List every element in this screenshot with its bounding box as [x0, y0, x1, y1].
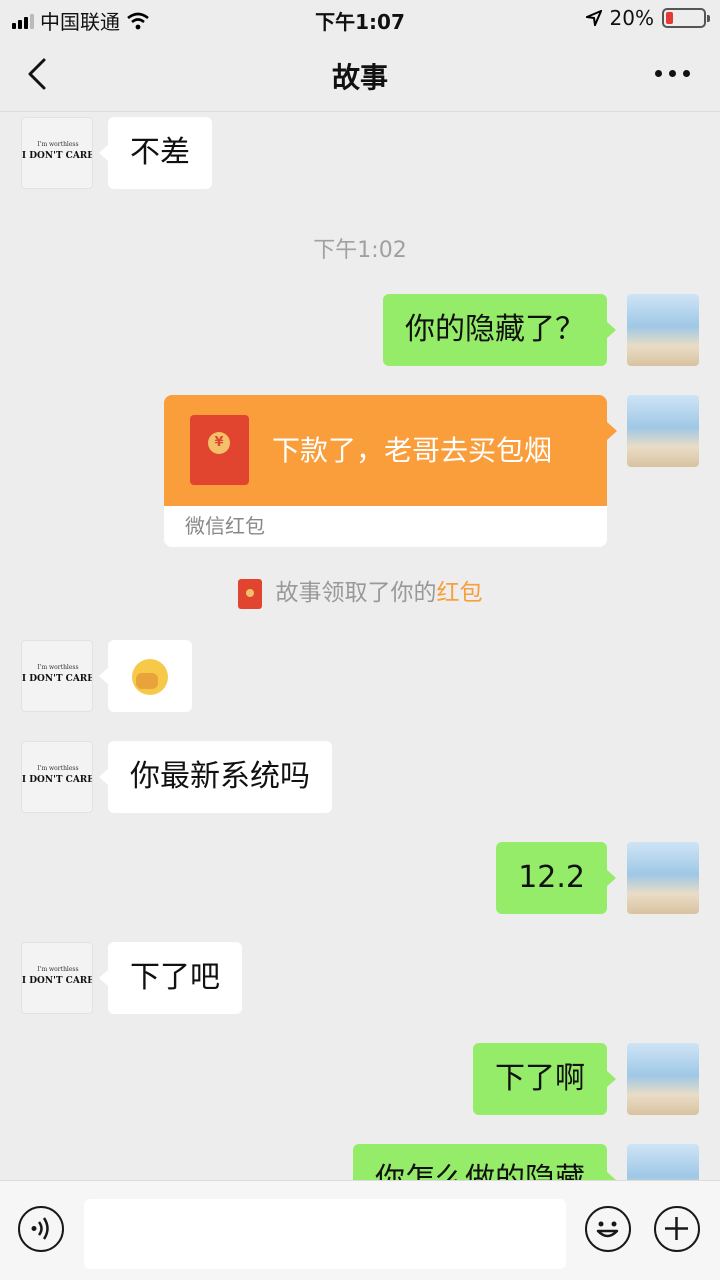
- status-bar: 中国联通 下午1:07 20%: [0, 0, 720, 36]
- system-notice: 故事领取了你的红包: [0, 573, 720, 609]
- battery-percent: 20%: [609, 6, 654, 30]
- location-arrow-icon: [585, 10, 602, 26]
- red-envelope-small-icon: [237, 578, 262, 609]
- avatar-self[interactable]: [627, 1043, 699, 1115]
- more-options-icon[interactable]: [655, 70, 690, 77]
- red-packet-message[interactable]: ¥ 下款了，老哥去买包烟 微信红包: [164, 395, 607, 547]
- nav-bar: 故事: [0, 36, 720, 112]
- message-received[interactable]: 下了吧: [99, 942, 242, 1014]
- avatar-self[interactable]: [627, 294, 699, 366]
- avatar-text-small: I'm worthless: [37, 765, 78, 772]
- chat-title: 故事: [331, 61, 388, 94]
- chat-history[interactable]: I'm worthless I DON'T CARE 不差 下午1:02 你的隐…: [0, 112, 720, 1180]
- avatar-text-small: I'm worthless: [37, 664, 78, 671]
- message-text: 你的隐藏了？: [405, 312, 585, 347]
- red-packet-body: ¥ 下款了，老哥去买包烟: [164, 395, 607, 506]
- avatar-text-small: I'm worthless: [37, 141, 78, 148]
- avatar-text-main: I DON'T CARE: [22, 775, 93, 785]
- message-sent[interactable]: 你怎么做的隐藏: [353, 1144, 616, 1180]
- message-received[interactable]: 你最新系统吗: [99, 741, 332, 813]
- red-packet-link[interactable]: 红包: [437, 580, 483, 606]
- message-text: 不差: [130, 135, 190, 170]
- avatar-other[interactable]: I'm worthless I DON'T CARE: [21, 117, 93, 189]
- avatar-text-main: I DON'T CARE: [22, 674, 93, 684]
- message-sent[interactable]: 下了啊: [473, 1043, 616, 1115]
- avatar-self[interactable]: [627, 395, 699, 467]
- battery-fill: [666, 12, 673, 24]
- emoji-icon[interactable]: [585, 1206, 631, 1252]
- avatar-text-main: I DON'T CARE: [22, 151, 93, 161]
- message-text: 下了啊: [495, 1061, 585, 1096]
- facepalm-emoji-icon: [132, 658, 168, 695]
- message-input[interactable]: [84, 1199, 566, 1269]
- avatar-other[interactable]: I'm worthless I DON'T CARE: [21, 741, 93, 813]
- avatar-self[interactable]: [627, 1144, 699, 1180]
- avatar-text-main: I DON'T CARE: [22, 976, 93, 986]
- red-envelope-icon: ¥: [190, 415, 249, 485]
- message-text: 你最新系统吗: [130, 759, 310, 794]
- input-bar: [0, 1180, 720, 1280]
- message-text: 下了吧: [130, 960, 220, 995]
- system-notice-text: 故事领取了你的: [275, 580, 437, 606]
- voice-input-icon[interactable]: [18, 1206, 64, 1252]
- avatar-other[interactable]: I'm worthless I DON'T CARE: [21, 942, 93, 1014]
- avatar-self[interactable]: [627, 842, 699, 914]
- avatar-text-small: I'm worthless: [37, 966, 78, 973]
- battery-icon: [662, 8, 710, 28]
- plus-icon[interactable]: [654, 1206, 700, 1252]
- message-sent[interactable]: 12.2: [496, 842, 616, 914]
- red-packet-tail: [607, 422, 617, 440]
- message-text: 12.2: [518, 860, 585, 895]
- red-packet-text: 下款了，老哥去买包烟: [272, 434, 553, 467]
- status-right: 20%: [585, 6, 710, 30]
- message-received[interactable]: [99, 640, 192, 712]
- message-sent[interactable]: 你的隐藏了？: [383, 294, 616, 366]
- message-timestamp: 下午1:02: [313, 238, 407, 263]
- message-text: 你怎么做的隐藏: [375, 1162, 585, 1180]
- avatar-other[interactable]: I'm worthless I DON'T CARE: [21, 640, 93, 712]
- message-received[interactable]: 不差: [99, 117, 212, 189]
- red-packet-footer: 微信红包: [185, 514, 265, 538]
